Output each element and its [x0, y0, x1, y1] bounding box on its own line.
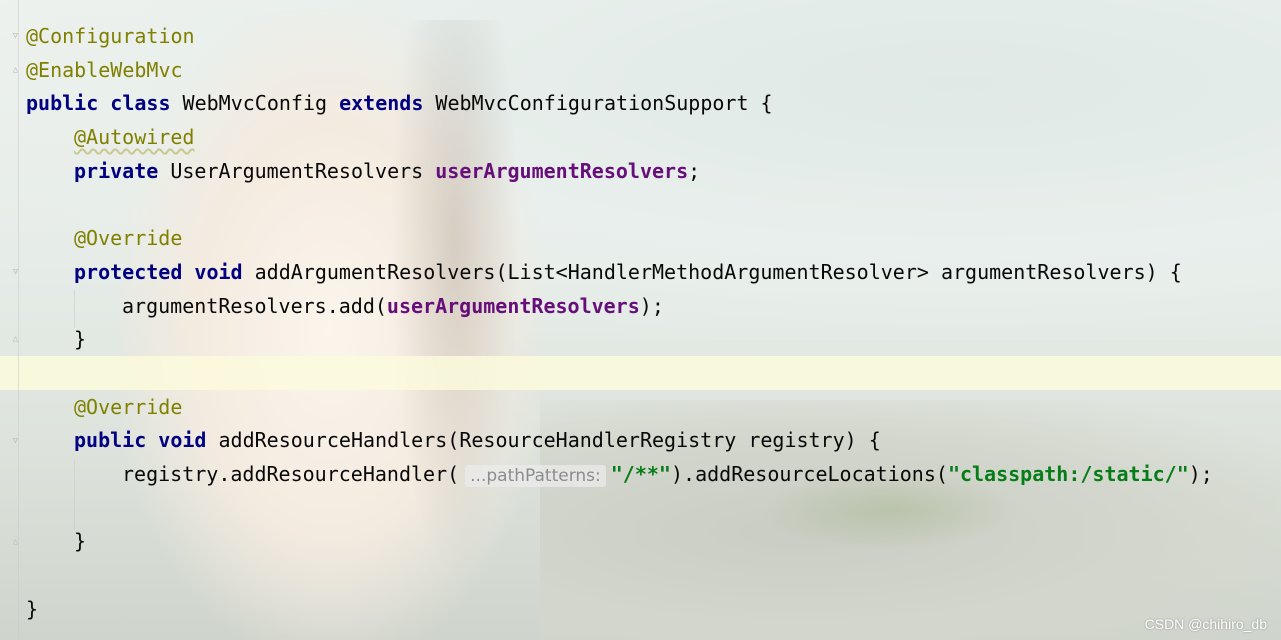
- code-token: UserArgumentResolvers: [158, 158, 436, 183]
- code-token: "/**": [610, 461, 671, 486]
- fold-close-icon[interactable]: △: [10, 65, 21, 75]
- code-line[interactable]: [26, 188, 1281, 222]
- code-token: ).addResourceLocations(: [670, 461, 948, 486]
- fold-open-icon[interactable]: ▽: [10, 436, 21, 446]
- code-line[interactable]: protected void addArgumentResolvers(List…: [26, 256, 1281, 290]
- code-editor[interactable]: @Configuration @EnableWebMvc public class …: [26, 20, 1281, 626]
- code-token: userArgumentResolvers: [435, 158, 689, 183]
- code-line[interactable]: public class WebMvcConfig extends WebMvc…: [26, 87, 1281, 121]
- fold-close-icon[interactable]: △: [10, 334, 21, 344]
- code-token: }: [26, 596, 39, 621]
- code-line[interactable]: argumentResolvers.add(userArgumentResolv…: [26, 290, 1281, 324]
- code-token: void: [158, 428, 207, 453]
- code-line[interactable]: @Override: [26, 222, 1281, 256]
- code-token: @Override: [74, 226, 183, 251]
- code-line[interactable]: }: [26, 593, 1281, 627]
- fold-open-icon[interactable]: ▽: [10, 31, 21, 41]
- code-token: private: [74, 158, 159, 183]
- code-line[interactable]: }: [26, 525, 1281, 559]
- code-token: );: [639, 293, 664, 318]
- code-token: public: [26, 91, 99, 116]
- code-token: WebMvcConfigurationSupport {: [423, 91, 773, 116]
- code-token: registry.addResourceHandler(: [122, 461, 460, 486]
- code-line[interactable]: [26, 357, 1281, 391]
- code-line[interactable]: @Autowired: [26, 121, 1281, 155]
- code-token: addResourceHandlers(ResourceHandlerRegis…: [206, 428, 881, 453]
- code-token: class: [110, 91, 171, 116]
- code-token: void: [194, 259, 243, 284]
- code-token: }: [74, 327, 87, 352]
- code-token: "classpath:/static/": [947, 461, 1189, 486]
- code-token: argumentResolvers.add(: [122, 293, 387, 318]
- code-line[interactable]: [26, 492, 1281, 526]
- code-token: );: [1188, 461, 1213, 486]
- fold-open-icon[interactable]: ▽: [10, 267, 21, 277]
- code-line[interactable]: [26, 559, 1281, 593]
- code-token: userArgumentResolvers: [386, 293, 640, 318]
- code-token: @Override: [74, 394, 183, 419]
- code-token: addArgumentResolvers(List<HandlerMethodA…: [242, 259, 1182, 284]
- code-token: @Autowired: [74, 125, 195, 150]
- fold-close-icon[interactable]: △: [10, 537, 21, 547]
- code-token: public: [74, 428, 147, 453]
- code-token: ;: [688, 158, 701, 183]
- code-line[interactable]: @EnableWebMvc: [26, 54, 1281, 88]
- code-token: }: [74, 529, 87, 554]
- code-token: @Configuration: [26, 24, 195, 48]
- code-line[interactable]: @Override: [26, 391, 1281, 425]
- code-token: protected: [74, 259, 183, 284]
- code-token: extends: [339, 91, 424, 116]
- code-line[interactable]: private UserArgumentResolvers userArgume…: [26, 155, 1281, 189]
- code-line[interactable]: @Configuration: [26, 20, 1281, 54]
- watermark: CSDN @chihiro_db: [1144, 616, 1267, 632]
- code-token: WebMvcConfig: [170, 91, 340, 116]
- code-token: @EnableWebMvc: [26, 57, 183, 82]
- parameter-hint: ...pathPatterns:: [465, 464, 606, 487]
- code-line[interactable]: registry.addResourceHandler(...pathPatte…: [26, 458, 1281, 492]
- code-line[interactable]: }: [26, 323, 1281, 357]
- code-line[interactable]: public void addResourceHandlers(Resource…: [26, 424, 1281, 458]
